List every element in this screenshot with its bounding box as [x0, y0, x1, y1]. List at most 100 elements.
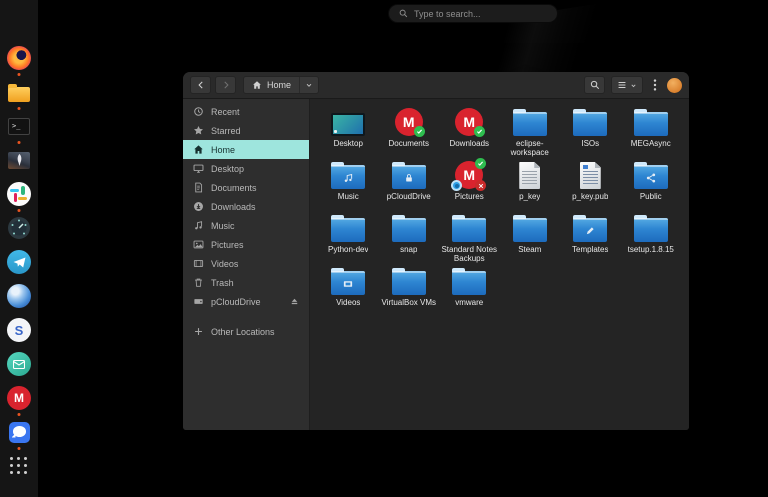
file-item-steam[interactable]: Steam [500, 210, 561, 263]
file-grid: Desktop M Documents M Downloads eclipse-works… [310, 99, 689, 316]
firefox-icon [7, 46, 31, 70]
sidebar-item-pictures[interactable]: Pictures [183, 235, 309, 254]
folder-icon [573, 109, 608, 136]
dock-item-browser[interactable] [7, 284, 31, 308]
file-label: Music [337, 192, 359, 201]
mega-icon: M [451, 158, 487, 191]
file-label: Pictures [454, 192, 484, 201]
running-indicator [17, 141, 21, 144]
dock-item-standard-notes[interactable]: S [7, 318, 31, 342]
file-item-public[interactable]: Public [621, 157, 682, 210]
back-button[interactable] [190, 76, 211, 94]
running-indicator [17, 73, 21, 76]
search-button[interactable] [584, 76, 605, 94]
star-icon [192, 125, 204, 136]
sidebar-item-other-locations[interactable]: Other Locations [183, 322, 309, 341]
forward-button[interactable] [215, 76, 236, 94]
sidebar-item-music[interactable]: Music [183, 216, 309, 235]
avatar[interactable] [667, 77, 682, 93]
overview-search-bar[interactable]: Type to search... [388, 4, 558, 23]
file-item-documents[interactable]: M Documents [379, 104, 440, 157]
template-emblem-icon [585, 226, 595, 236]
music-emblem-icon [343, 173, 354, 184]
gauge-icon [7, 216, 31, 240]
file-label: Standard Notes Backups [441, 244, 498, 263]
sidebar-item-recent[interactable]: Recent [183, 102, 309, 121]
file-label: p_key [519, 192, 541, 201]
dock-item-firefox[interactable] [7, 46, 31, 76]
sidebar-item-videos[interactable]: Videos [183, 254, 309, 273]
file-item-downloads[interactable]: M Downloads [439, 104, 500, 157]
dock-item-signal[interactable] [7, 420, 31, 450]
dock-item-terminal[interactable]: >_ [7, 114, 31, 144]
search-placeholder: Type to search... [414, 8, 481, 19]
file-item-standard-notes-backups[interactable]: Standard Notes Backups [439, 210, 500, 263]
sidebar-item-downloads[interactable]: Downloads [183, 197, 309, 216]
browser-globe-icon [7, 284, 31, 308]
file-item-isos[interactable]: ISOs [560, 104, 621, 157]
file-label: Desktop [333, 139, 363, 148]
file-item-videos[interactable]: Videos [318, 263, 379, 316]
headerbar-right [584, 76, 682, 94]
file-item-pictures[interactable]: M Pictures [439, 157, 500, 210]
dock-item-files[interactable] [7, 80, 31, 110]
file-item-p-key[interactable]: p_key [500, 157, 561, 210]
file-item-snap[interactable]: snap [379, 210, 440, 263]
file-item-megasync[interactable]: MEGAsync [621, 104, 682, 157]
path-bar[interactable]: Home [243, 76, 320, 94]
running-indicator [17, 413, 21, 416]
dock-item-image-viewer[interactable] [7, 148, 31, 172]
sidebar-item-label: Pictures [211, 239, 244, 250]
file-item-python-dev[interactable]: Python-dev [318, 210, 379, 263]
sidebar-item-starred[interactable]: Starred [183, 121, 309, 140]
dock-item-slack[interactable] [7, 182, 31, 212]
file-item-pclouddrive[interactable]: pCloudDrive [379, 157, 440, 210]
synced-check-icon [475, 158, 487, 169]
sidebar-item-pclouddrive[interactable]: pCloudDrive [183, 292, 309, 311]
view-toggle-button[interactable] [611, 76, 643, 94]
signal-icon [8, 421, 30, 443]
file-label: Documents [388, 139, 429, 148]
share-emblem-icon [645, 173, 656, 184]
running-indicator [17, 107, 21, 110]
sidebar-item-label: Videos [211, 258, 239, 269]
file-item-p-key-pub[interactable]: p_key.pub [560, 157, 621, 210]
file-view[interactable]: Desktop M Documents M Downloads eclipse-works… [310, 99, 689, 430]
file-item-music[interactable]: Music [318, 157, 379, 210]
file-label: Downloads [449, 139, 490, 148]
eject-icon[interactable] [289, 296, 300, 307]
dock-item-mega[interactable]: M [7, 386, 31, 416]
sidebar-item-home[interactable]: Home [183, 140, 309, 159]
sidebar-item-documents[interactable]: Documents [183, 178, 309, 197]
folder-icon [633, 215, 668, 242]
folder-icon [331, 162, 366, 189]
running-indicator [17, 209, 21, 212]
file-item-desktop[interactable]: Desktop [318, 104, 379, 157]
file-label: Steam [518, 245, 542, 254]
home-icon [192, 144, 204, 155]
file-item-virtualbox-vms[interactable]: VirtualBox VMs [379, 263, 440, 316]
sidebar-item-label: Other Locations [211, 326, 275, 337]
dock-item-telegram[interactable] [7, 250, 31, 274]
file-label: vmware [455, 298, 484, 307]
folder-icon [512, 108, 547, 136]
file-item-tsetup-1-8-15[interactable]: tsetup.1.8.15 [621, 210, 682, 263]
file-label: eclipse-workspace [510, 138, 549, 157]
clock-icon [192, 106, 204, 117]
file-label: Python-dev [328, 245, 369, 254]
file-item-vmware[interactable]: vmware [439, 263, 500, 316]
menu-button[interactable] [649, 76, 661, 94]
sidebar-item-trash[interactable]: Trash [183, 273, 309, 292]
folder-icon [391, 162, 426, 189]
dock-item-mail[interactable] [7, 352, 31, 376]
location-button[interactable]: Home [244, 80, 299, 90]
location-menu-button[interactable] [299, 77, 318, 93]
dock-item-gauge-app[interactable] [7, 216, 31, 240]
dock-item-app-grid[interactable] [7, 454, 31, 478]
lock-emblem-icon [404, 173, 414, 183]
folder-icon [452, 268, 487, 295]
file-item-eclipse-workspace[interactable]: eclipse-workspace [500, 104, 561, 157]
file-item-templates[interactable]: Templates [560, 210, 621, 263]
folder-icon [391, 268, 426, 295]
sidebar-item-desktop[interactable]: Desktop [183, 159, 309, 178]
